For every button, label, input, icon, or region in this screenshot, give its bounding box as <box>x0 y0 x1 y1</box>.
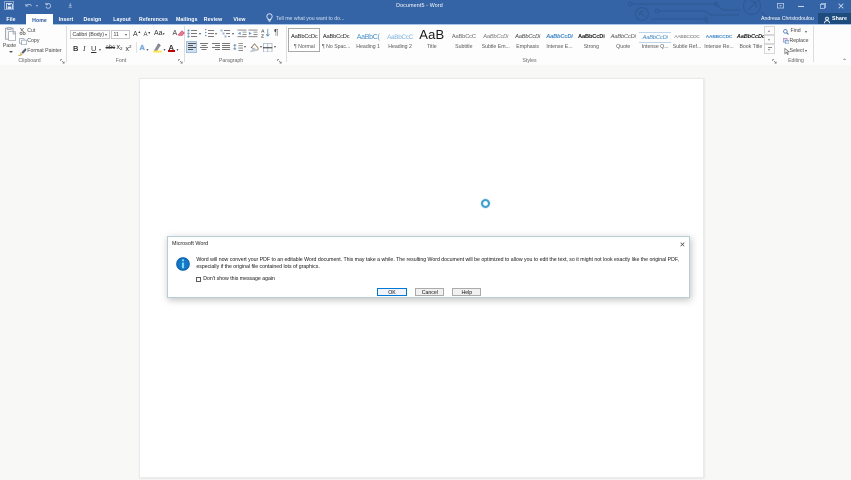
svg-text:Z: Z <box>261 34 264 39</box>
